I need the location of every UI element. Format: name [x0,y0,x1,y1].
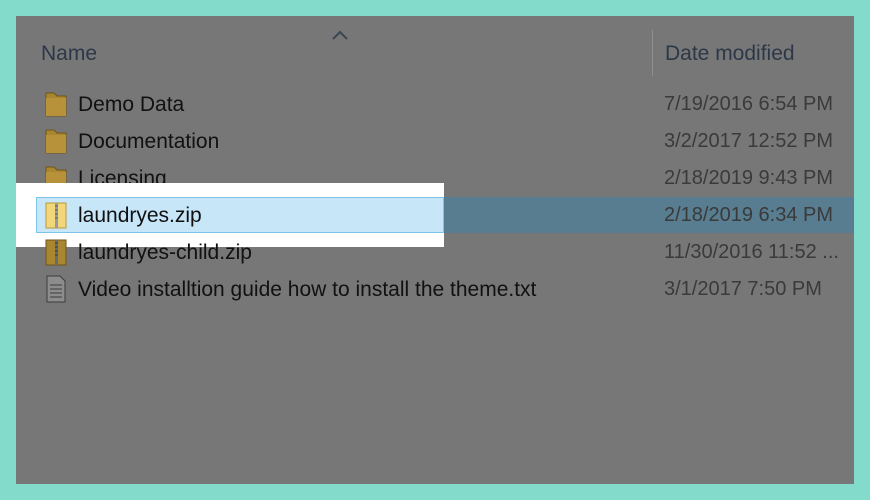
column-header-name[interactable]: Name [41,42,97,66]
file-date: 11/30/2016 11:52 ... [664,241,839,263]
file-name: laundryes.zip [78,204,202,227]
file-row-documentation[interactable]: Documentation 3/2/2017 12:52 PM [16,123,854,159]
zip-folder-icon [45,202,67,229]
text-file-icon [46,275,66,303]
file-row-laundryes-child-zip[interactable]: laundryes-child.zip 11/30/2016 11:52 ... [16,234,854,270]
column-header-bar: Name Date modified [16,16,854,88]
file-date: 7/19/2016 6:54 PM [664,93,834,115]
file-name: Video installtion guide how to install t… [78,278,537,301]
file-date: 2/18/2019 9:43 PM [664,167,834,189]
file-name: Demo Data [78,93,185,116]
file-name: laundryes-child.zip [78,241,252,264]
file-date: 3/2/2017 12:52 PM [664,130,834,152]
file-row-video-guide-txt[interactable]: Video installtion guide how to install t… [16,271,854,307]
file-date: 2/18/2019 6:34 PM [664,204,834,226]
file-explorer-list: Name Date modified Demo Data 7/19/2016 6… [16,16,854,484]
column-divider[interactable] [652,30,653,76]
file-row-demo-data[interactable]: Demo Data 7/19/2016 6:54 PM [16,86,854,122]
file-row-laundryes-zip[interactable]: laundryes.zip 2/18/2019 6:34 PM [16,197,854,233]
file-date: 3/1/2017 7:50 PM [664,278,822,300]
sort-ascending-icon[interactable] [330,29,350,41]
file-name: Documentation [78,130,220,153]
zip-folder-icon [45,239,67,266]
column-header-date-modified[interactable]: Date modified [665,42,795,66]
folder-icon [45,129,67,154]
folder-icon [45,92,67,117]
